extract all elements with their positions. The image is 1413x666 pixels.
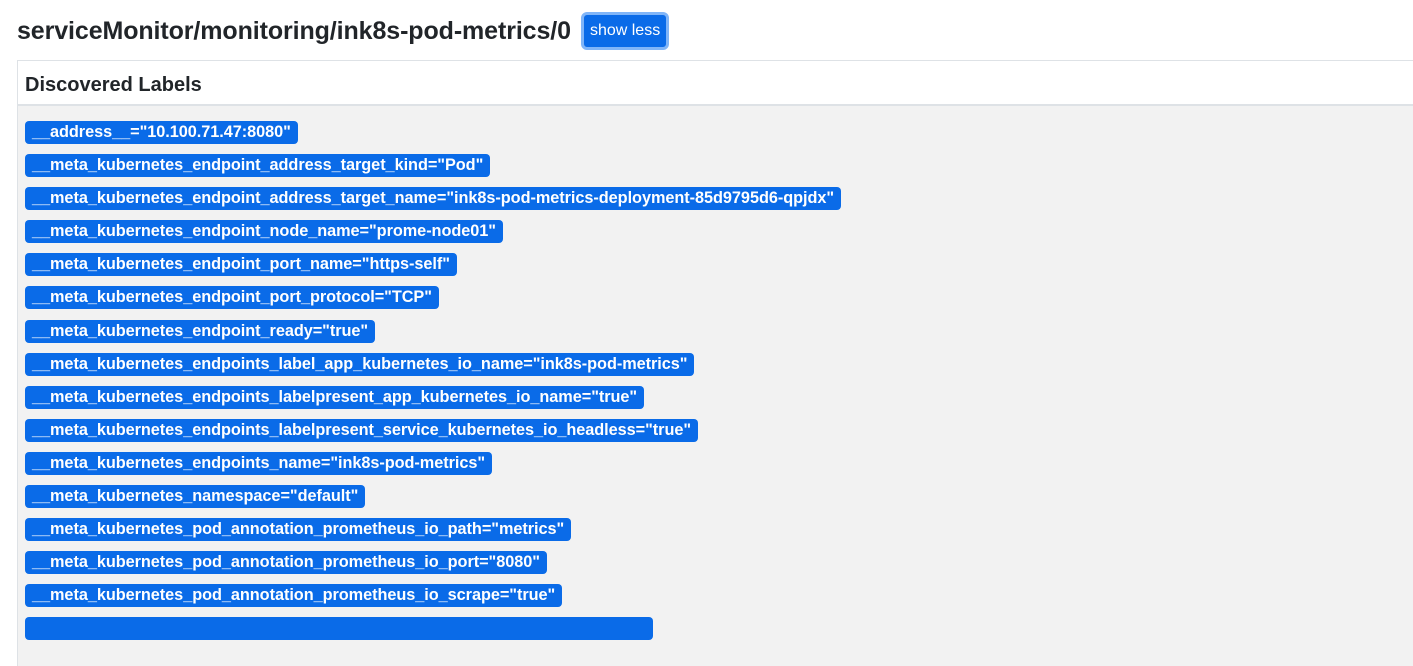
- label-badge-partial: [25, 617, 653, 641]
- show-less-button[interactable]: show less: [580, 12, 670, 50]
- discovered-labels-cell: __address__="10.100.71.47:8080" __meta_k…: [17, 106, 1413, 666]
- label-badge: __meta_kubernetes_endpoints_labelpresent…: [25, 385, 645, 409]
- labels-table: Discovered Labels __address__="10.100.71…: [17, 60, 1413, 666]
- label-badge: __meta_kubernetes_endpoint_port_name="ht…: [25, 253, 457, 277]
- label-badge: __meta_kubernetes_endpoint_address_targe…: [25, 154, 491, 178]
- label-badge: __meta_kubernetes_endpoint_ready="true": [25, 319, 376, 343]
- label-row: __meta_kubernetes_endpoints_name="ink8s-…: [25, 451, 1413, 485]
- label-row: __meta_kubernetes_endpoints_label_app_ku…: [25, 352, 1413, 386]
- label-row: __meta_kubernetes_endpoints_labelpresent…: [25, 418, 1413, 452]
- label-row: __meta_kubernetes_endpoints_labelpresent…: [25, 385, 1413, 419]
- label-badge: __meta_kubernetes_pod_annotation_prometh…: [25, 518, 572, 542]
- label-row: __meta_kubernetes_pod_annotation_prometh…: [25, 584, 1413, 617]
- label-badge: __meta_kubernetes_endpoints_label_app_ku…: [25, 352, 695, 376]
- label-row: __meta_kubernetes_endpoint_address_targe…: [25, 154, 1413, 187]
- label-row: __meta_kubernetes_endpoint_port_protocol…: [25, 286, 1413, 319]
- label-row: __address__="10.100.71.47:8080": [25, 121, 1413, 154]
- label-badge: __address__="10.100.71.47:8080": [25, 121, 298, 144]
- label-badge: __meta_kubernetes_endpoint_node_name="pr…: [25, 220, 503, 244]
- page-header: serviceMonitor/monitoring/ink8s-pod-metr…: [17, 12, 670, 50]
- label-row: __meta_kubernetes_endpoint_node_name="pr…: [25, 220, 1413, 253]
- label-badge: __meta_kubernetes_endpoint_address_targe…: [25, 187, 842, 211]
- label-row: __meta_kubernetes_pod_annotation_prometh…: [25, 551, 1413, 584]
- table-header: Discovered Labels: [17, 60, 1413, 106]
- label-row: __meta_kubernetes_endpoint_address_targe…: [25, 187, 1413, 220]
- label-badge: __meta_kubernetes_endpoint_port_protocol…: [25, 286, 439, 310]
- label-row: __meta_kubernetes_pod_annotation_prometh…: [25, 518, 1413, 551]
- label-row: __meta_kubernetes_namespace="default": [25, 485, 1413, 518]
- label-badge: __meta_kubernetes_endpoints_name="ink8s-…: [25, 451, 493, 475]
- label-row: __meta_kubernetes_endpoint_port_name="ht…: [25, 253, 1413, 286]
- label-badge: __meta_kubernetes_endpoints_labelpresent…: [25, 418, 699, 442]
- label-badge: __meta_kubernetes_pod_annotation_prometh…: [25, 584, 563, 608]
- label-row: __meta_kubernetes_endpoint_ready="true": [25, 319, 1413, 353]
- label-row-partial: [25, 617, 1413, 650]
- discovered-labels-header: Discovered Labels: [25, 74, 202, 96]
- page-title: serviceMonitor/monitoring/ink8s-pod-metr…: [17, 17, 571, 45]
- label-badge: __meta_kubernetes_namespace="default": [25, 485, 366, 509]
- label-badge: __meta_kubernetes_pod_annotation_prometh…: [25, 551, 547, 575]
